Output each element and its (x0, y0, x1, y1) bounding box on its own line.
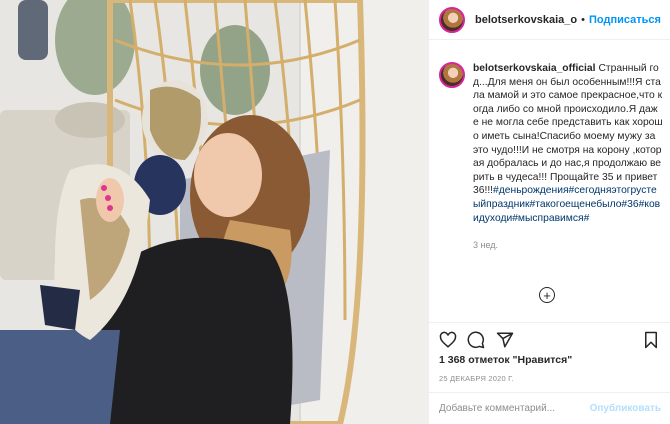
caption-avatar[interactable] (439, 62, 465, 88)
comment-icon[interactable] (467, 331, 485, 349)
background-person (18, 0, 48, 60)
caption-text: belotserkovskaia_official Странный год...… (473, 62, 663, 225)
follow-button[interactable]: Подписаться (589, 14, 661, 26)
nail-polish (105, 195, 111, 201)
nail-polish (107, 205, 113, 211)
woman-face (194, 133, 262, 217)
pillow (55, 102, 125, 138)
separator-dot: • (581, 13, 585, 26)
bookmark-icon[interactable] (643, 331, 659, 349)
heart-icon[interactable] (439, 331, 457, 349)
caption-hashtags[interactable]: #деньрождения#сегодняэтогрустеыйпраздник… (473, 185, 660, 223)
post-photo-illustration (0, 0, 428, 424)
likes-count[interactable]: 1 368 отметок "Нравится" (439, 354, 572, 366)
paper-plane-icon[interactable] (496, 331, 514, 349)
baby-legs (40, 285, 80, 330)
post-photo[interactable] (0, 0, 428, 424)
avatar[interactable] (439, 6, 465, 33)
jeans (0, 330, 120, 424)
publish-button[interactable]: Опубликовать (590, 403, 661, 414)
caption: belotserkovskaia_official Странный год...… (439, 62, 667, 250)
post-sidebar: belotserkovskaia_o • Подписаться belotse… (428, 0, 670, 424)
nail-polish (101, 185, 107, 191)
plus-circle-icon[interactable]: + (539, 287, 555, 303)
comment-input[interactable] (439, 403, 589, 414)
comment-bar: Опубликовать (429, 392, 670, 424)
username-link[interactable]: belotserkovskaia_o (475, 14, 577, 26)
post-header: belotserkovskaia_o • Подписаться (429, 0, 670, 40)
post-date: 25 ДЕКАБРЯ 2020 Г. (439, 374, 514, 383)
caption-timestamp[interactable]: 3 нед. (473, 240, 663, 250)
caption-username-link[interactable]: belotserkovskaia_official (473, 63, 595, 74)
background-plant-2 (200, 25, 270, 115)
caption-body: belotserkovskaia_official Странный год...… (473, 62, 663, 250)
caption-message: Странный год...Для меня он был особенным… (473, 63, 663, 197)
